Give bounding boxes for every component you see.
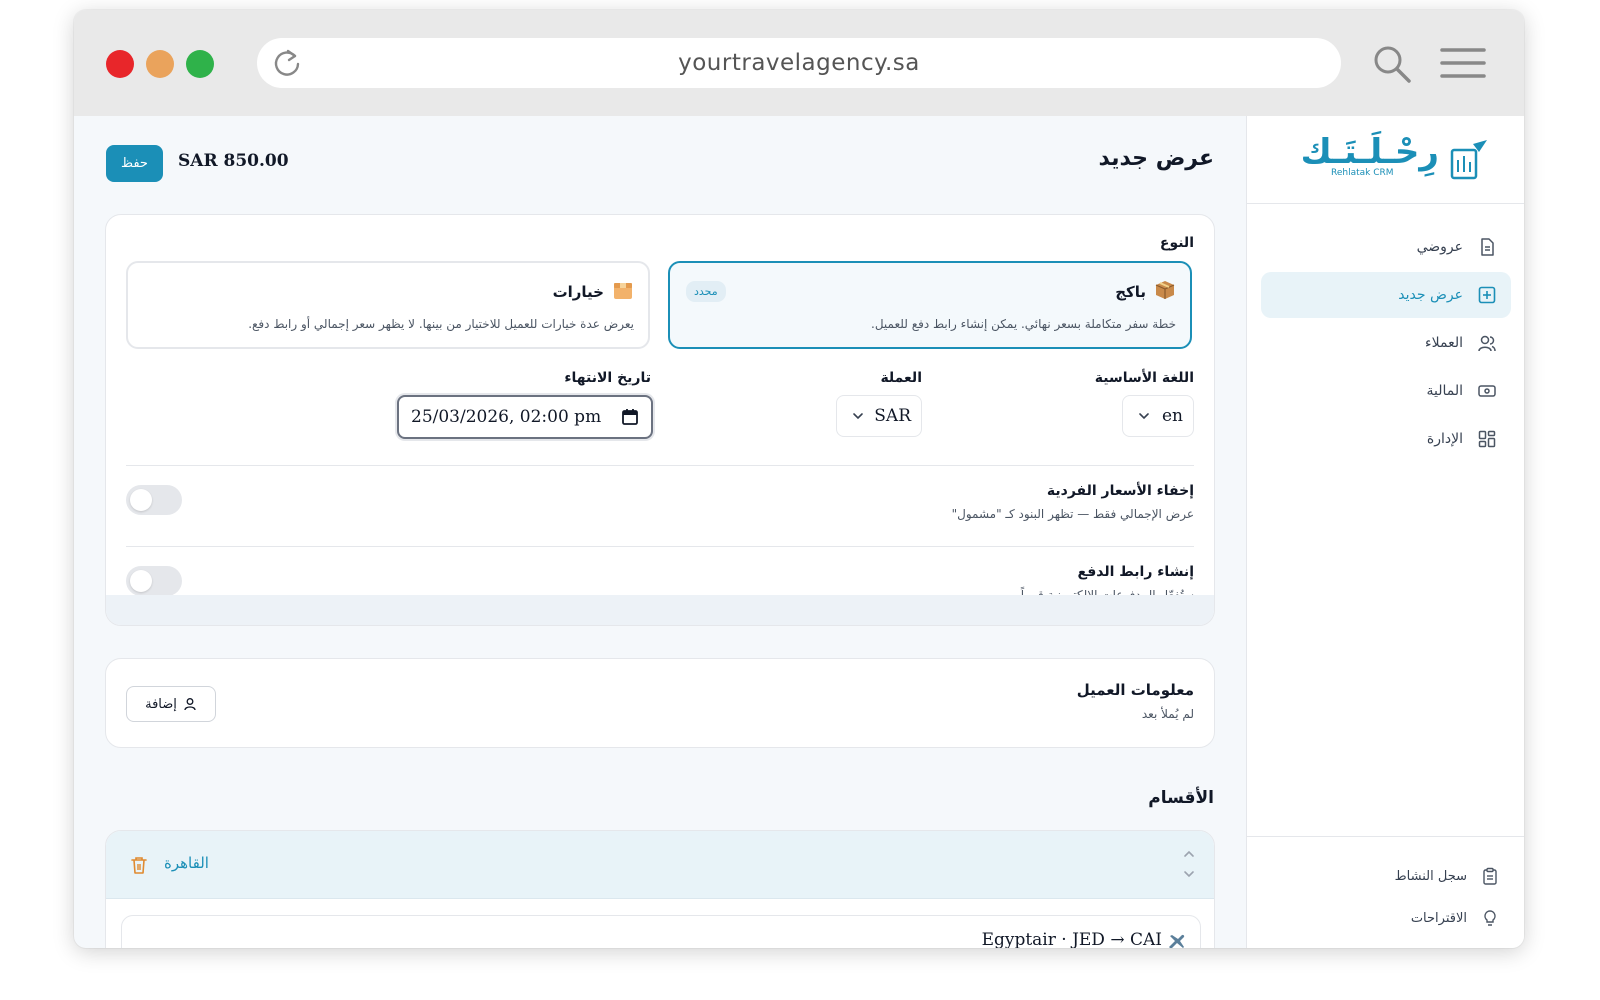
minimize-window-button[interactable] [146, 50, 174, 78]
type-option-description: يعرض عدة خيارات للعميل للاختيار من بينها… [248, 317, 634, 331]
trash-icon[interactable] [130, 855, 148, 875]
chevron-down-icon[interactable] [1182, 867, 1196, 881]
address-bar[interactable]: yourtravelagency.sa [257, 38, 1341, 88]
payment-link-toggle[interactable] [126, 566, 182, 596]
sidebar-item-label: عروضي [1416, 239, 1463, 255]
page-title: عرض جديد [1098, 146, 1215, 171]
type-option-description: خطة سفر متكاملة بسعر نهائي. يمكن إنشاء ر… [871, 317, 1176, 331]
user-icon [184, 698, 196, 711]
users-icon [1478, 335, 1496, 352]
section-card: القاهرة Egyptair · JED → CAI [105, 830, 1215, 948]
sidebar-item-label: الإدارة [1426, 431, 1463, 447]
currency-label: العملة [880, 370, 922, 386]
expiry-date-input[interactable]: 25/03/2026, 02:00 pm [397, 395, 653, 439]
add-client-label: إضافة [145, 696, 177, 712]
sidebar-item-suggestions[interactable]: الاقتراحات [1411, 909, 1499, 927]
chevron-down-icon [853, 413, 863, 420]
save-button[interactable]: حفظ [106, 145, 163, 182]
sidebar-item-label: الاقتراحات [1410, 910, 1467, 926]
browser-window: yourtravelagency.sa رِحْـلَـتَـك Rehlata… [74, 10, 1524, 948]
calendar-icon[interactable] [621, 408, 639, 426]
package-icon [1155, 281, 1175, 299]
client-info-card: معلومات العميل لم يُملأ بعد إضافة [105, 658, 1215, 748]
sidebar-item-finance[interactable]: المالية [1261, 368, 1511, 414]
selected-badge: محدد [686, 281, 726, 302]
sidebar-item-label: المالية [1426, 383, 1463, 399]
sidebar: رِحْـلَـتَـك Rehlatak CRM عروضي عرض جديد [1246, 116, 1524, 948]
client-info-subtitle: لم يُملأ بعد [1141, 707, 1194, 721]
search-icon[interactable] [1372, 44, 1412, 84]
offer-settings-card: النوع باكج محدد خطة سفر متكاملة بسعر نها… [105, 214, 1215, 626]
section-header[interactable]: القاهرة [106, 831, 1214, 899]
sidebar-footer: سجل النشاط الاقتراحات [1247, 836, 1524, 948]
hide-prices-description: عرض الإجمالي فقط — تظهر البنود كـ "مشمول… [951, 507, 1194, 521]
language-label: اللغة الأساسية [1094, 370, 1194, 386]
language-value: en [1161, 406, 1183, 426]
sidebar-item-new-offer[interactable]: عرض جديد [1261, 272, 1511, 318]
sidebar-item-admin[interactable]: الإدارة [1261, 416, 1511, 462]
divider [126, 465, 1194, 466]
sidebar-nav: عروضي عرض جديد العملاء المالية الإدارة [1261, 224, 1511, 464]
logo-icon [1450, 140, 1487, 180]
main-content: عرض جديد حفظ SAR 850.00 النوع باكج محدد … [74, 116, 1246, 948]
type-option-options[interactable]: خيارات يعرض عدة خيارات للعميل للاختيار م… [126, 261, 650, 349]
hamburger-menu-icon[interactable] [1440, 46, 1486, 80]
section-name[interactable]: القاهرة [164, 854, 209, 872]
scroll-fade [106, 595, 1214, 625]
airplane-icon [1169, 934, 1185, 948]
hide-prices-toggle[interactable] [126, 485, 182, 515]
type-option-title: خيارات [552, 283, 604, 301]
type-label: النوع [1159, 235, 1194, 251]
lightbulb-icon [1484, 910, 1496, 926]
document-icon [1481, 238, 1494, 256]
language-select[interactable]: en [1122, 395, 1194, 437]
chevron-down-icon [1139, 413, 1149, 420]
sidebar-item-activity-log[interactable]: سجل النشاط [1395, 867, 1499, 885]
url-text[interactable]: yourtravelagency.sa [257, 50, 1341, 76]
sections-title: الأقسام [1148, 788, 1214, 808]
sidebar-item-my-offers[interactable]: عروضي [1261, 224, 1511, 270]
sidebar-item-label: العملاء [1425, 335, 1463, 351]
plus-square-icon [1478, 286, 1496, 304]
flight-item[interactable]: Egyptair · JED → CAI [121, 915, 1201, 948]
currency-select[interactable]: SAR [836, 395, 922, 437]
type-option-package[interactable]: باكج محدد خطة سفر متكاملة بسعر نهائي. يم… [668, 261, 1192, 349]
logo-subtitle: Rehlatak CRM [1331, 168, 1394, 178]
type-option-title: باكج [1115, 283, 1146, 301]
logo[interactable]: رِحْـلَـتَـك Rehlatak CRM [1247, 116, 1524, 204]
divider [126, 546, 1194, 547]
logo-text: رِحْـلَـتَـك [1300, 132, 1439, 172]
chevron-up-icon[interactable] [1182, 847, 1196, 861]
client-info-title: معلومات العميل [1076, 681, 1194, 699]
expiry-date-value: 25/03/2026, 02:00 pm [411, 407, 602, 427]
box-icon [614, 283, 632, 299]
payment-link-title: إنشاء رابط الدفع [1077, 564, 1194, 580]
money-icon [1478, 385, 1496, 397]
expiry-label: تاريخ الانتهاء [564, 370, 651, 386]
flight-summary: Egyptair · JED → CAI [981, 930, 1162, 948]
sidebar-item-label: سجل النشاط [1394, 868, 1467, 884]
flight-row: Egyptair · JED → CAI [982, 930, 1186, 948]
close-window-button[interactable] [106, 50, 134, 78]
clipboard-icon [1483, 867, 1497, 885]
offer-total: SAR 850.00 [178, 151, 289, 171]
add-client-button[interactable]: إضافة [126, 686, 216, 722]
sidebar-item-clients[interactable]: العملاء [1261, 320, 1511, 366]
hide-prices-title: إخفاء الأسعار الفردية [1046, 483, 1194, 499]
grid-icon [1478, 430, 1496, 448]
sidebar-item-label: عرض جديد [1398, 287, 1463, 303]
currency-value: SAR [874, 406, 911, 426]
maximize-window-button[interactable] [186, 50, 214, 78]
browser-titlebar: yourtravelagency.sa [74, 10, 1524, 116]
